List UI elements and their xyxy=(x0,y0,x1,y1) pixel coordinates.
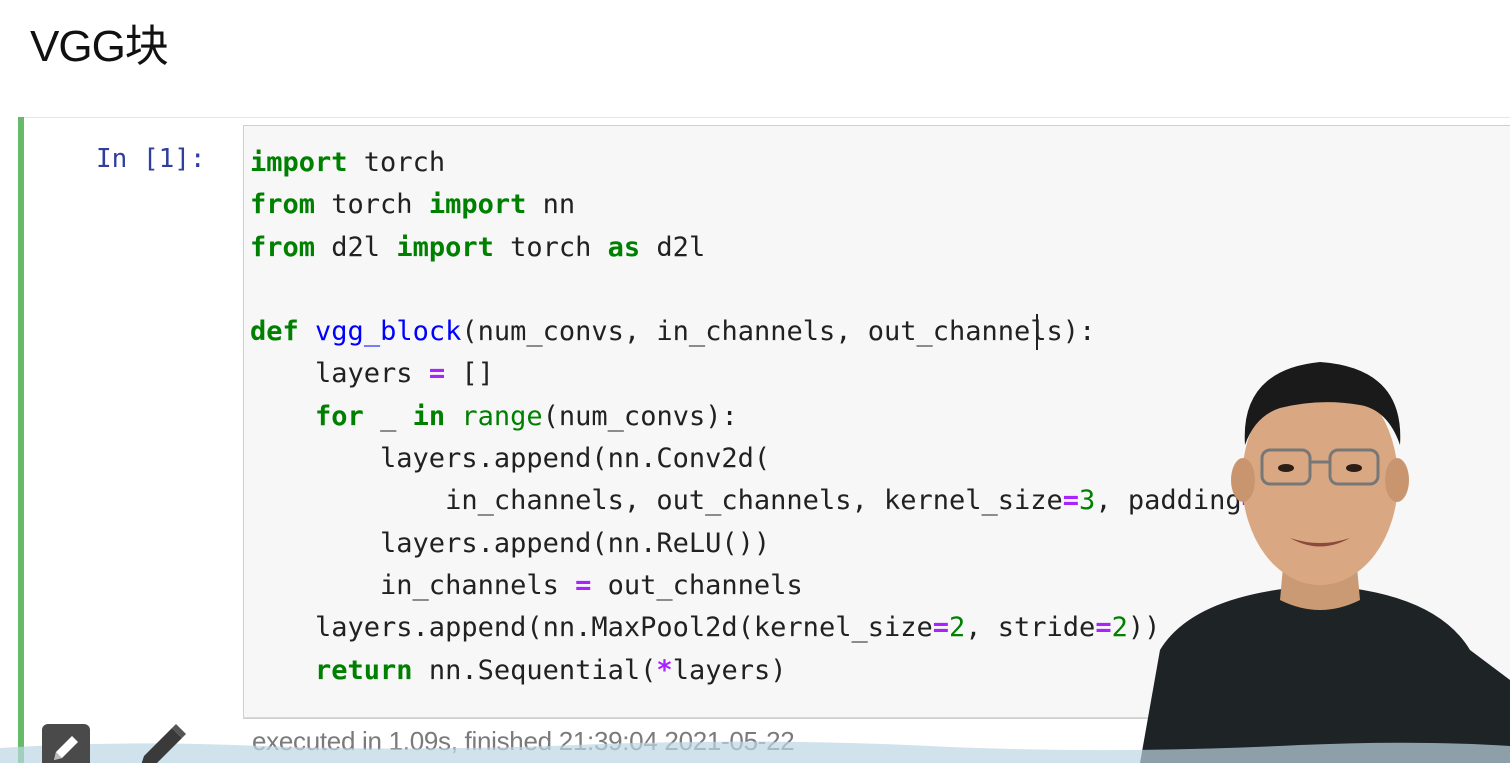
code-token: layers.append(nn.ReLU()) xyxy=(250,527,771,559)
code-token: return xyxy=(315,654,413,686)
code-token: in_channels, out_channels, kernel_size xyxy=(250,485,1063,517)
code-token: layers xyxy=(250,358,429,390)
code-token: = xyxy=(1095,612,1112,644)
code-token: in xyxy=(412,400,446,432)
code-token: _ xyxy=(363,400,413,432)
code-token: 2 xyxy=(949,612,966,644)
code-token: d2l xyxy=(640,231,706,263)
code-token: from xyxy=(250,231,316,263)
code-token: * xyxy=(656,654,673,686)
code-token: def xyxy=(250,316,299,348)
edit-cell-button[interactable] xyxy=(132,722,188,763)
code-token: in_channels xyxy=(250,569,576,601)
code-token: import xyxy=(428,189,527,221)
code-token: out_channels xyxy=(591,569,803,601)
code-token: = xyxy=(932,612,949,644)
code-token: torch xyxy=(347,147,446,178)
code-token: as xyxy=(607,231,641,263)
edit-mode-button[interactable] xyxy=(42,724,90,763)
code-token: range xyxy=(461,400,543,432)
presenter-video xyxy=(1140,362,1510,763)
code-token: [] xyxy=(445,358,494,390)
code-token: for xyxy=(315,400,364,432)
code-token: , stride xyxy=(965,612,1096,644)
input-prompt: In [1]: xyxy=(96,144,206,174)
code-token: (num_convs): xyxy=(542,400,738,432)
code-line: import torch xyxy=(250,142,1307,184)
code-token: layers) xyxy=(672,654,787,686)
pencil-icon xyxy=(54,736,78,760)
code-token: vgg_block xyxy=(315,316,462,348)
code-token: = xyxy=(1062,485,1080,517)
code-line: from torch import nn xyxy=(250,184,1307,226)
code-token: import xyxy=(250,147,348,178)
section-heading: VGG块 xyxy=(30,22,169,71)
code-token: nn xyxy=(526,189,576,221)
code-token: = xyxy=(428,358,446,390)
code-token: layers.append(nn.Conv2d( xyxy=(250,443,771,475)
code-line: from d2l import torch as d2l xyxy=(250,227,1307,269)
code-token: from xyxy=(250,189,316,221)
code-token: nn.Sequential( xyxy=(412,654,657,686)
code-token: = xyxy=(575,569,592,601)
text-cursor xyxy=(1036,314,1038,350)
code-token: import xyxy=(396,231,494,263)
video-watermark-wave xyxy=(0,741,1510,763)
code-token: torch xyxy=(315,189,429,221)
code-token: d2l xyxy=(315,231,397,263)
code-token: layers.append(nn.MaxPool2d(kernel_size xyxy=(250,612,933,644)
code-line: def vgg_block(num_convs, in_channels, ou… xyxy=(250,311,1307,353)
cell-selection-bar xyxy=(18,117,24,763)
code-token: 3 xyxy=(1079,485,1096,517)
notebook-page: VGG块 In [1]: import torch from torch impo… xyxy=(0,0,1510,763)
code-token: (num_convs, in_channels, out_channels): xyxy=(461,316,1096,348)
code-token: torch xyxy=(493,231,608,263)
pencil-icon xyxy=(141,724,186,763)
